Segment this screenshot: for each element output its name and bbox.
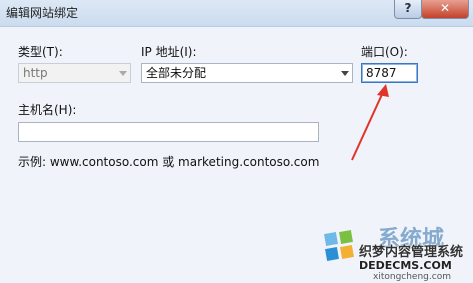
watermark: 系统城 织梦内容管理系统 DEDECMS.COM xitongcheng.com [323,221,473,283]
window-title: 编辑网站绑定 [6,6,79,20]
watermark-domain-text: xitongcheng.com [373,272,451,282]
ip-value: 全部未分配 [146,66,207,80]
example-text: 示例: www.contoso.com 或 marketing.contoso.… [18,155,320,169]
hostname-input[interactable] [18,122,319,142]
port-label: 端口(O): [361,45,408,59]
chevron-down-icon [341,71,349,76]
help-button[interactable]: ? [394,0,422,19]
watermark-cn-text: 织梦内容管理系统 [359,245,464,260]
watermark-url-text: DEDECMS.COM [359,259,452,272]
type-value: http [23,66,48,80]
ip-select[interactable]: 全部未分配 [141,63,353,83]
close-button[interactable]: ✕ [421,0,469,19]
windows-logo-icon [324,230,354,261]
type-label: 类型(T): [18,45,63,59]
title-bar: 编辑网站绑定 ? ✕ [0,0,473,27]
hostname-label: 主机名(H): [18,103,77,117]
type-select[interactable]: http [18,63,131,83]
port-value: 8787 [366,66,397,80]
ip-label: IP 地址(I): [141,45,197,59]
port-input[interactable]: 8787 [361,63,418,83]
chevron-down-icon [119,71,127,76]
